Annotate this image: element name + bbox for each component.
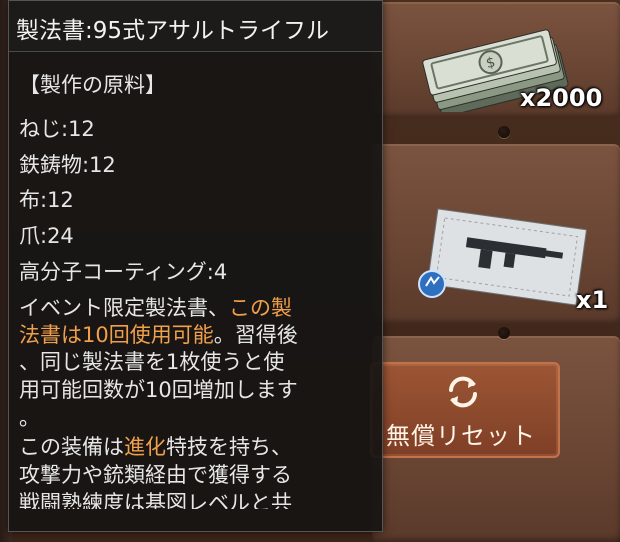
shelf-peg [498,327,510,339]
description-line: 。 [19,406,40,430]
material-item: 高分子コーティング:4 [19,260,228,284]
refresh-icon [449,376,477,408]
material-item: ねじ:12 [19,117,95,141]
free-reset-button[interactable]: 無償リセット [370,362,560,458]
description-line: 法書は10回使用可能。習得後 [19,323,298,347]
description-line: 用可能回数が10回増加します [19,378,298,402]
material-item: 爪:24 [19,224,74,248]
description-line: 、同じ製法書を1枚使うと使 [19,350,285,374]
materials-heading: 【製作の原料】 [19,73,166,97]
description-line: 攻撃力や銃類経由で獲得する [19,463,292,487]
description-line: 戦闘熟練度は基図レベルと共 [19,491,292,509]
tooltip-title: 製法書:95式アサルトライフル [16,18,330,44]
blueprint-quantity: x1 [576,286,609,314]
blueprint-icon [418,208,588,306]
material-item: 鉄鋳物:12 [19,153,116,177]
tooltip-header: 製法書:95式アサルトライフル [9,1,382,52]
shelf-peg [498,126,510,138]
reset-button-label: 無償リセット [386,422,536,450]
description-line: イベント限定製法書、この製 [19,296,292,320]
cash-quantity: x2000 [520,84,603,112]
item-tooltip: 製法書:95式アサルトライフル 【製作の原料】 ねじ:12 鉄鋳物:12 布:1… [8,0,383,532]
material-item: 布:12 [19,188,74,212]
description-line: この装備は進化特技を持ち、 [19,435,292,459]
